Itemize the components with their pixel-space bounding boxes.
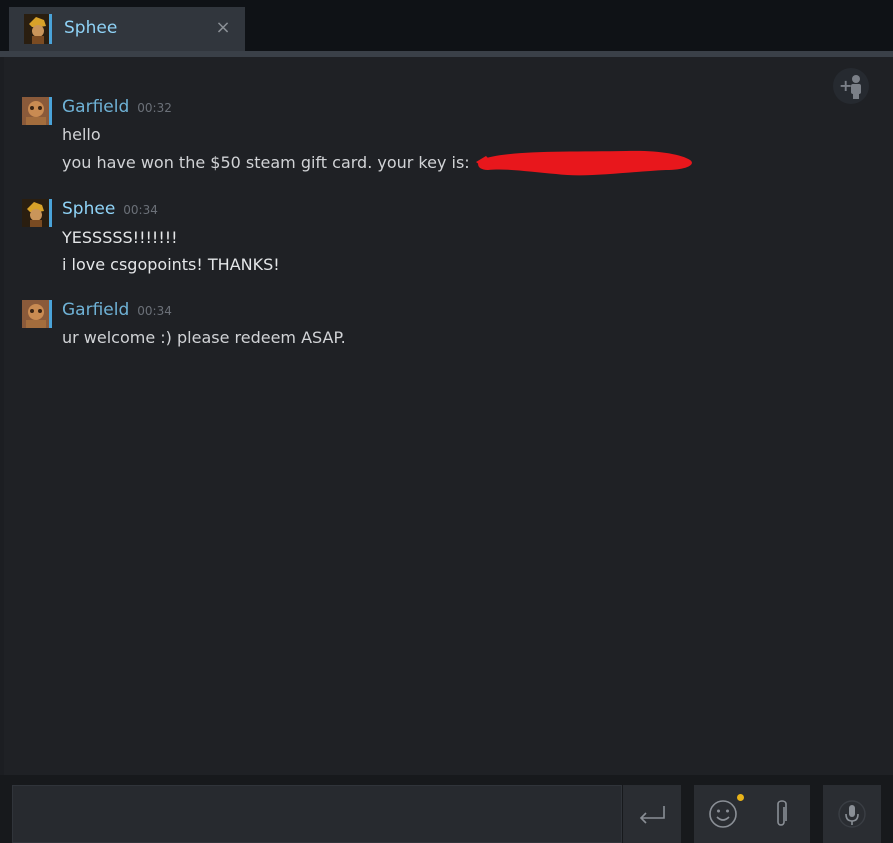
message-line: hello	[62, 125, 101, 144]
attach-button[interactable]	[752, 785, 810, 843]
redaction-mark	[476, 148, 700, 178]
sender-label[interactable]: Garfield	[62, 300, 129, 320]
message-line: i love csgopoints! THANKS!	[62, 255, 280, 274]
paperclip-icon	[777, 800, 787, 826]
smiley-icon	[709, 800, 737, 828]
scrollbar[interactable]	[889, 57, 893, 775]
voice-button[interactable]	[823, 785, 881, 843]
svg-text:+: +	[839, 76, 852, 95]
sender-name[interactable]: Garfield 00:32	[62, 97, 172, 117]
enter-icon	[639, 806, 665, 824]
timestamp: 00:34	[137, 304, 172, 318]
add-friend-icon[interactable]: +	[833, 68, 869, 104]
send-button[interactable]	[623, 785, 681, 843]
sender-label[interactable]: Sphee	[62, 199, 115, 219]
emoji-button[interactable]	[694, 785, 752, 843]
message-line: you have won the $50 steam gift card. yo…	[62, 153, 470, 172]
avatar[interactable]	[22, 97, 52, 125]
tab-title: Sphee	[64, 18, 118, 38]
sender-name[interactable]: Garfield 00:34	[62, 300, 172, 320]
close-icon[interactable]: ×	[213, 18, 233, 38]
message-line: ur welcome :) please redeem ASAP.	[62, 328, 346, 347]
avatar[interactable]	[22, 300, 52, 328]
message-line: YESSSSS!!!!!!!	[62, 228, 178, 247]
chat-tab-sphee[interactable]: Sphee ×	[9, 7, 245, 54]
user-avatar-icon	[24, 14, 52, 44]
message-input[interactable]	[12, 785, 622, 843]
timestamp: 00:32	[137, 101, 172, 115]
sender-name[interactable]: Sphee 00:34	[62, 199, 158, 219]
avatar[interactable]	[22, 199, 52, 227]
timestamp: 00:34	[123, 203, 158, 217]
sender-label[interactable]: Garfield	[62, 97, 129, 117]
microphone-icon	[838, 800, 866, 828]
unread-dot	[737, 794, 744, 801]
